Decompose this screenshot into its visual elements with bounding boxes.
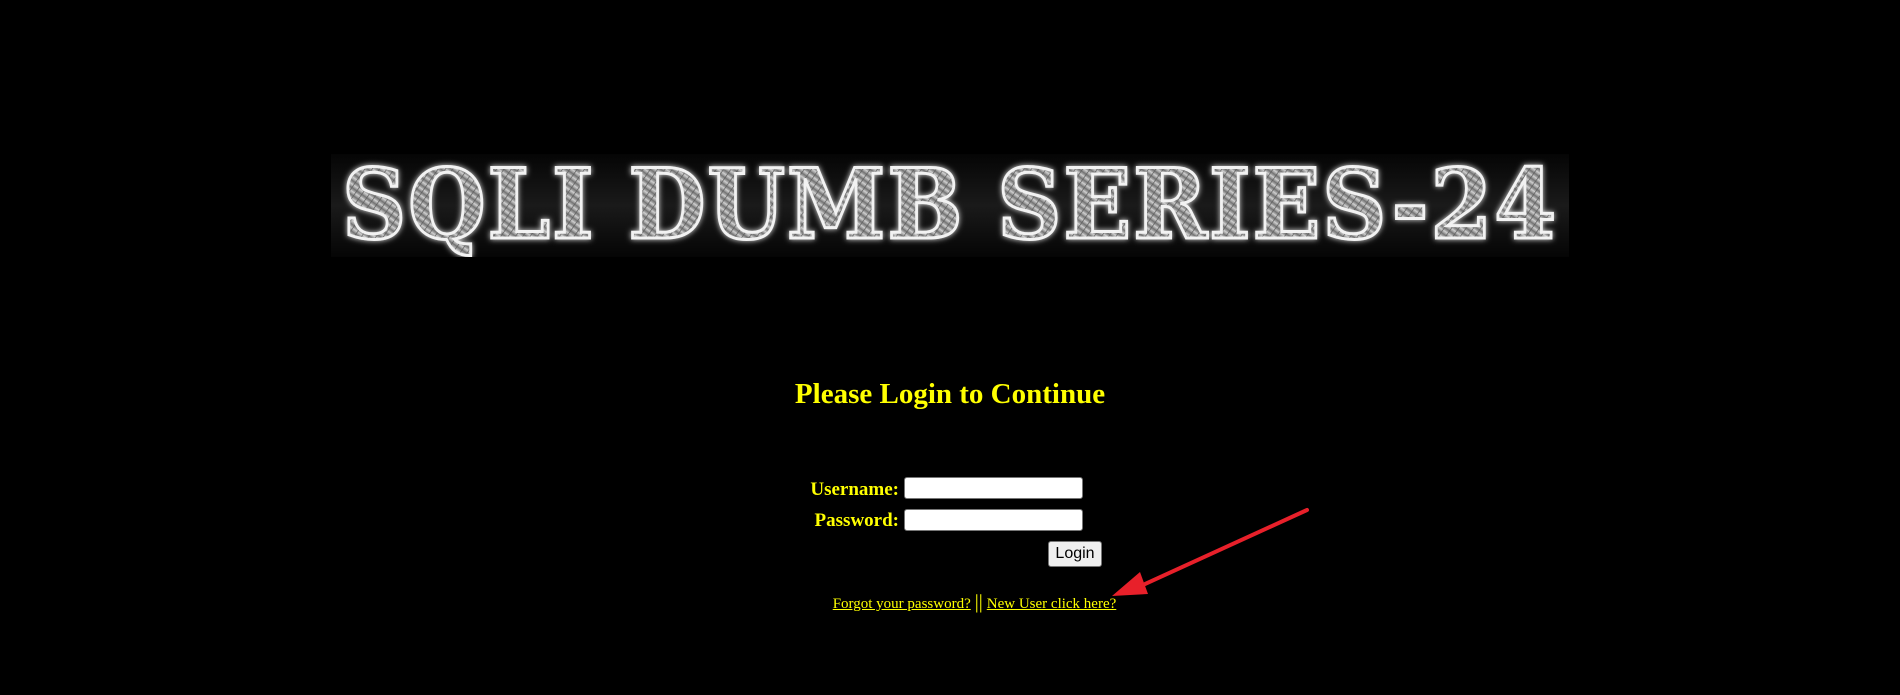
forgot-password-link[interactable]: Forgot your password? [833, 596, 971, 612]
login-button[interactable]: Login [1048, 541, 1102, 567]
new-user-link[interactable]: New User click here? [987, 596, 1117, 612]
username-label: Username: [699, 477, 899, 503]
password-label: Password: [699, 508, 899, 534]
red-arrow-icon [1100, 500, 1320, 610]
link-separator: || [975, 591, 983, 613]
page: SQLI DUMB SERIES-24 Please Login to Cont… [0, 0, 1900, 695]
password-field[interactable] [904, 509, 1083, 531]
username-field[interactable] [904, 477, 1083, 499]
account-links: Forgot your password?||New User click he… [0, 589, 1900, 617]
